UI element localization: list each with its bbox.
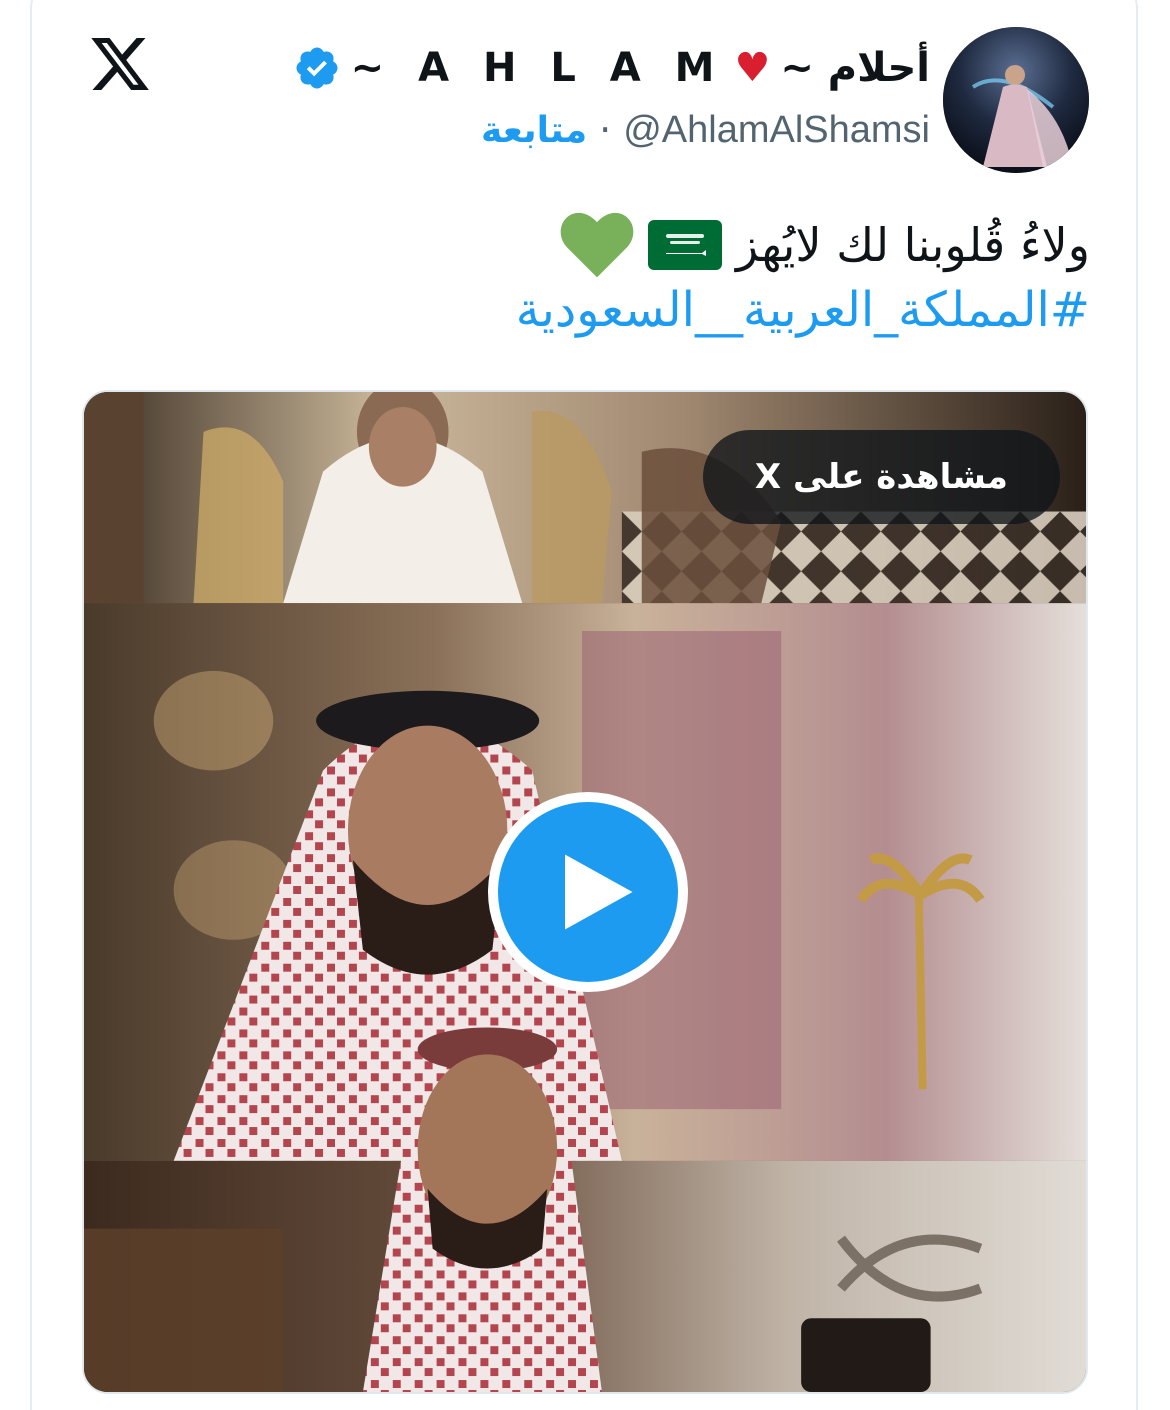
saudi-flag-icon [647,220,722,270]
watch-on-x-button[interactable]: مشاهدة على X [702,430,1060,524]
author-handle[interactable]: @AhlamAlShamsi [623,109,930,152]
display-name-latin: ~ A H L A M [350,45,725,91]
separator-dot: · [599,108,612,152]
play-icon [565,854,633,930]
display-name-arabic: أحلام ~ [780,45,930,91]
follow-link[interactable]: متابعة [481,110,587,151]
red-heart-icon: ♥ [734,45,771,91]
verified-badge-icon [296,47,338,89]
green-heart-icon [560,212,634,278]
tweet-text-line: ولاءُ قُلوبنا لك لايُهز [560,205,1090,285]
author-name-row[interactable]: ~ A H L A M ♥ أحلام ~ [293,38,930,98]
video-thumbnail[interactable]: مشاهدة على X [82,390,1088,1394]
tweet-text: ولاءُ قُلوبنا لك لايُهز [735,218,1090,272]
play-button[interactable] [488,792,688,992]
avatar[interactable] [943,27,1089,173]
author-handle-row: متابعة · @AhlamAlShamsi [481,104,930,156]
x-logo-icon[interactable] [86,32,154,96]
hashtag-link[interactable]: #المملكة_العربية__السعودية [516,282,1090,338]
